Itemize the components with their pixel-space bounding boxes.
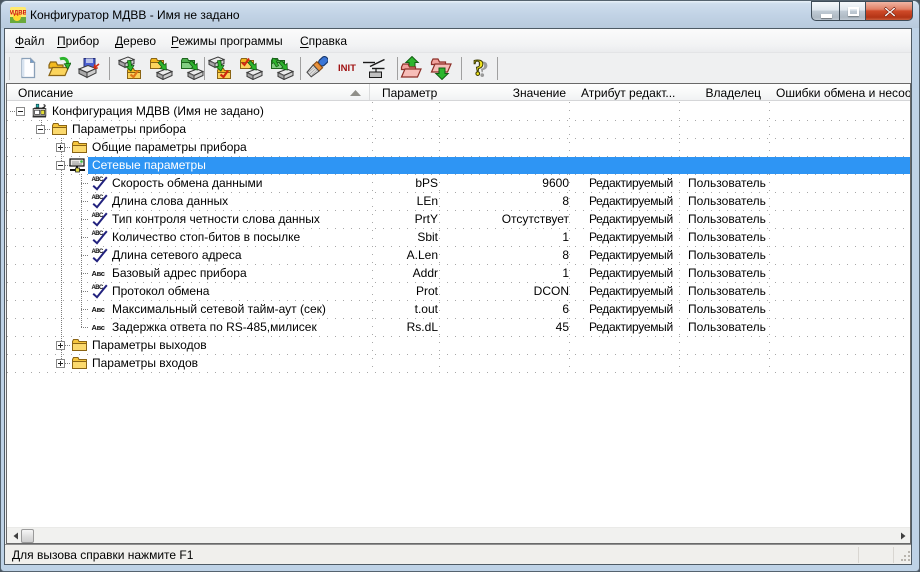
svg-text:МДВВ: МДВВ <box>10 11 26 17</box>
svg-text:Aвс: Aвс <box>92 323 105 332</box>
svg-text:?: ? <box>473 56 485 80</box>
svg-text:INIT: INIT <box>338 63 356 74</box>
svg-text:Aвс: Aвс <box>92 305 105 314</box>
svg-text:Aвс: Aвс <box>92 269 105 278</box>
